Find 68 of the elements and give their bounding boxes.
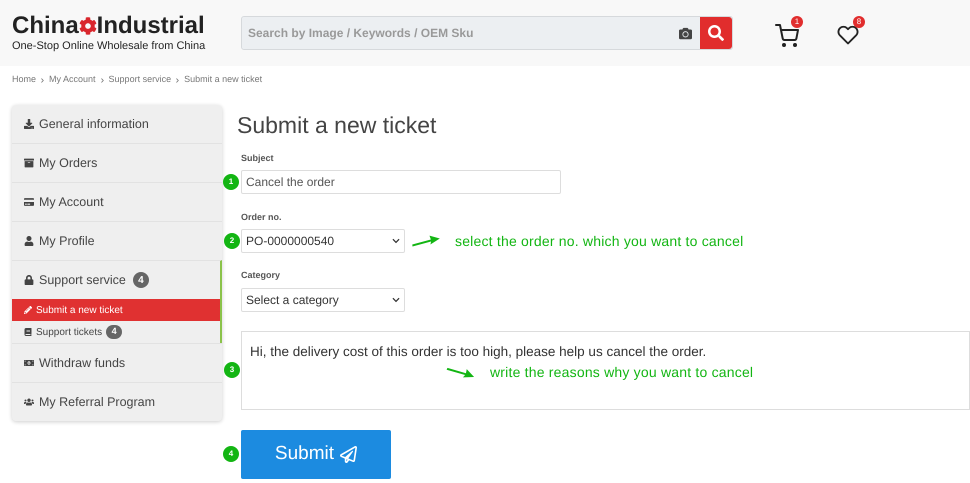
step-number: 3 bbox=[224, 362, 240, 378]
breadcrumb-link[interactable]: Support service bbox=[108, 73, 172, 87]
sidebar-item[interactable]: Withdraw funds bbox=[12, 344, 222, 382]
wishlist-button[interactable]: 8 bbox=[837, 16, 867, 50]
download-icon bbox=[24, 119, 34, 129]
sidebar-label: My Orders bbox=[39, 154, 98, 172]
pencil-icon bbox=[24, 306, 32, 314]
page-title: Submit a new ticket bbox=[237, 111, 438, 140]
logo-text: Industrial bbox=[96, 13, 205, 39]
count-badge: 4 bbox=[106, 325, 122, 339]
cart-button[interactable]: 1 bbox=[775, 16, 805, 50]
sidebar-label: My Account bbox=[39, 194, 104, 211]
breadcrumb-link[interactable]: Submit a new ticket bbox=[184, 73, 262, 87]
sidebar-item[interactable]: My Profile bbox=[12, 222, 222, 260]
sidebar-item[interactable]: My Referral Program bbox=[12, 383, 222, 421]
breadcrumb-link[interactable]: Home bbox=[12, 73, 36, 87]
chevron-icon bbox=[175, 78, 180, 82]
chevron-icon bbox=[40, 78, 46, 82]
sidebar-label: My Referral Program bbox=[39, 394, 155, 411]
lock-icon bbox=[24, 275, 34, 285]
cart-count: 1 bbox=[791, 16, 803, 28]
field-label: Category bbox=[241, 269, 282, 282]
gear-icon bbox=[78, 17, 97, 35]
sidebar-item[interactable]: Support service 4 bbox=[12, 261, 220, 299]
sidebar-label: General information bbox=[39, 116, 149, 133]
user-icon bbox=[24, 236, 34, 246]
sidebar-label: Withdraw funds bbox=[39, 354, 126, 372]
search-field[interactable]: Search by Image / Keywords / OEM Sku bbox=[241, 16, 733, 50]
users-icon bbox=[24, 397, 34, 407]
sidebar-subitem[interactable]: Support tickets 4 bbox=[12, 321, 220, 343]
hint-text: select the order no. which you want to cancel bbox=[455, 232, 744, 251]
paper-plane-icon bbox=[340, 446, 358, 462]
field-label: Order no. bbox=[241, 210, 283, 224]
step-number: 4 bbox=[223, 446, 239, 462]
chevron-icon bbox=[392, 237, 400, 245]
submit-button[interactable]: Submit bbox=[241, 430, 391, 478]
heart-icon bbox=[837, 24, 859, 46]
wishlist-count: 8 bbox=[853, 16, 865, 28]
breadcrumb-link[interactable]: My Account bbox=[49, 73, 96, 87]
field-label: Subject bbox=[241, 152, 275, 165]
step-number: 1 bbox=[223, 174, 239, 190]
search-icon bbox=[708, 25, 724, 41]
search-button[interactable] bbox=[700, 17, 732, 49]
sidebar-subitem[interactable]: Submit a new ticket bbox=[12, 299, 220, 321]
book-icon bbox=[24, 328, 32, 336]
archive-icon bbox=[24, 158, 34, 168]
count-badge: 4 bbox=[132, 272, 149, 288]
subject-field[interactable]: Cancel the order bbox=[241, 170, 561, 194]
sidebar-item[interactable]: My Orders bbox=[12, 144, 222, 182]
sidebar-label: Submit a new ticket bbox=[36, 304, 123, 318]
camera-icon[interactable] bbox=[679, 26, 692, 40]
sidebar-item[interactable]: General information bbox=[12, 105, 222, 143]
sidebar-label: Support tickets bbox=[36, 326, 102, 340]
logo-tagline: One-Stop Online Wholesale from China bbox=[12, 39, 206, 53]
logo-text: China bbox=[12, 13, 79, 39]
banknote-icon bbox=[24, 358, 34, 368]
category-select[interactable]: Select a category bbox=[241, 288, 405, 312]
sidebar-label: Support service bbox=[39, 272, 126, 289]
search-input[interactable]: Search by Image / Keywords / OEM Sku bbox=[242, 24, 679, 42]
credit-card-icon bbox=[24, 197, 34, 207]
sidebar-item[interactable]: My Account bbox=[12, 183, 222, 221]
hint-text: write the reasons why you want to cancel bbox=[490, 362, 754, 382]
cart-icon bbox=[775, 24, 799, 48]
sidebar-label: My Profile bbox=[39, 232, 95, 250]
step-number: 2 bbox=[224, 233, 240, 249]
arrow-icon bbox=[410, 233, 442, 249]
chevron-icon bbox=[392, 296, 400, 304]
chevron-icon bbox=[100, 78, 105, 82]
